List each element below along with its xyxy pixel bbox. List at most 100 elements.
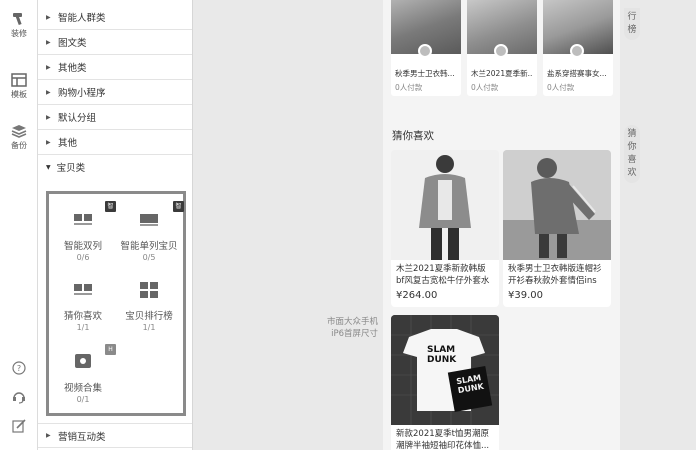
section-title-guess-you-like: 猜你喜欢 (392, 130, 434, 142)
smart-badge: 智 (105, 201, 116, 212)
product-title: 秋季男士卫衣韩... (395, 69, 455, 78)
tshirt-print-text: SLAM DUNK (427, 345, 456, 365)
single-column-icon (140, 212, 158, 232)
product-image (391, 0, 461, 58)
category-label: 智能人群类 (58, 13, 106, 24)
mobile-preview: 秋季男士卫衣韩... 0人付款 木兰2021夏季新... 0人付款 盐系穿搭赛事… (383, 0, 620, 450)
rank-badge (570, 44, 584, 58)
tab-char: 行 (627, 12, 637, 22)
widget-label: 视频合集 (63, 383, 102, 394)
category-other-type[interactable]: ▶ 其他类 (38, 55, 192, 80)
widget-label: 智能双列 (63, 241, 102, 252)
category-products-open[interactable]: ▼ 宝贝类 (38, 155, 192, 179)
product-widgets-group: 智能双列 0/6 智 智能单列宝贝 0/5 智 猜你喜欢 1/1 宝贝排行榜 1… (46, 191, 186, 416)
product-card[interactable]: 秋季男士卫衣韩... 0人付款 (391, 0, 461, 96)
rail-item-decorate[interactable]: 装修 (0, 12, 38, 39)
edit-icon (12, 419, 26, 433)
category-label: 其他 (58, 138, 78, 149)
caret-right-icon: ▶ (46, 138, 51, 146)
video-icon (75, 354, 91, 374)
caret-right-icon: ▶ (46, 63, 51, 71)
category-marketing[interactable]: ▶ 营销互动类 (38, 423, 192, 448)
hammer-icon (13, 13, 22, 26)
smart-badge: 智 (173, 201, 184, 212)
tab-ranking[interactable]: 行 榜 (624, 8, 640, 40)
widget-count: 0/1 (76, 395, 90, 404)
widget-video-collection[interactable]: 视频合集 0/1 (53, 354, 113, 404)
screen-size-note-line1: 市面大众手机 (326, 317, 378, 327)
caret-right-icon: ▶ (46, 113, 51, 121)
preview-section-tabs: 行 榜 猜 你 喜 欢 (622, 0, 642, 450)
component-category-panel: ▶ 智能人群类 ▶ 图文类 ▶ 其他类 ▶ 购物小程序 ▶ 默认分组 ▶ 其他 ▼ 宝贝类 智… (38, 0, 193, 450)
hoodie-photo (503, 150, 611, 260)
backup-icon (11, 125, 27, 138)
category-smart-crowd[interactable]: ▶ 智能人群类 (38, 5, 192, 30)
help-button[interactable]: ? (0, 360, 38, 379)
widget-count: 1/1 (76, 323, 90, 332)
category-other[interactable]: ▶ 其他 (38, 130, 192, 155)
product-title: 盐系穿搭赛事女... (547, 69, 607, 78)
product-card[interactable]: 木兰2021夏季新... 0人付款 (467, 0, 537, 96)
product-image (391, 150, 499, 260)
screen-size-note-line2: iP6首屏尺寸 (331, 329, 378, 339)
product-price: ¥39.00 (508, 290, 543, 301)
tab-guess-you-like[interactable]: 猜 你 喜 欢 (624, 125, 640, 183)
product-card[interactable]: SLAM DUNK SLAM DUNK 新款2021夏季t恤男潮原潮牌半袖短袖印… (391, 315, 499, 450)
template-icon (11, 73, 27, 87)
widget-count: 0/5 (142, 253, 156, 262)
tshirt-photo (391, 315, 499, 425)
product-image (467, 0, 537, 58)
product-title: 秋季男士卫衣韩版连帽衫开衫春秋款外套情侣ins男... (508, 264, 602, 286)
widget-label: 猜你喜欢 (63, 311, 102, 322)
screen-size-note: 市面大众手机 iP6首屏尺寸 (312, 316, 378, 340)
category-mini-program[interactable]: ▶ 购物小程序 (38, 80, 192, 105)
widget-label: 宝贝排行榜 (125, 311, 173, 322)
caret-right-icon: ▶ (46, 432, 51, 439)
widget-guess-you-like[interactable]: 猜你喜欢 1/1 (53, 282, 113, 332)
product-sold: 0人付款 (547, 83, 575, 92)
rail-item-template[interactable]: 模板 (0, 73, 38, 100)
tab-char: 你 (627, 142, 637, 152)
widget-count: 1/1 (142, 323, 156, 332)
category-label: 宝贝类 (56, 163, 86, 174)
category-default-group[interactable]: ▶ 默认分组 (38, 105, 192, 130)
widget-smart-double[interactable]: 智能双列 0/6 (53, 212, 113, 262)
svg-text:?: ? (17, 364, 21, 373)
product-image (503, 150, 611, 260)
product-card[interactable]: 盐系穿搭赛事女... 0人付款 (543, 0, 613, 96)
left-icon-rail: 装修 模板 备份 ? (0, 0, 38, 450)
tab-char: 榜 (627, 25, 637, 35)
rail-label-template: 模板 (11, 90, 27, 99)
rail-label-backup: 备份 (11, 141, 27, 150)
category-label: 其他类 (58, 63, 87, 74)
caret-right-icon: ▶ (46, 38, 51, 46)
tab-char: 欢 (627, 168, 637, 178)
support-icon (13, 392, 25, 404)
jacket-photo (391, 150, 499, 260)
product-price: ¥264.00 (396, 290, 438, 301)
product-card[interactable]: 木兰2021夏季新款韩版bf风复古宽松牛仔外套水洗... ¥264.00 (391, 150, 499, 307)
widget-smart-single[interactable]: 智能单列宝贝 0/5 (119, 212, 179, 262)
category-label: 图文类 (58, 38, 87, 49)
product-sold: 0人付款 (471, 83, 499, 92)
product-title: 木兰2021夏季新... (471, 69, 533, 78)
caret-right-icon: ▶ (46, 88, 51, 96)
widget-label: 智能单列宝贝 (120, 241, 178, 252)
grid-icon (140, 282, 158, 302)
caret-right-icon: ▶ (46, 13, 51, 21)
product-sold: 0人付款 (395, 83, 423, 92)
help-icon: ? (12, 361, 26, 375)
product-image (543, 0, 613, 58)
category-label: 营销互动类 (58, 431, 106, 443)
rank-badge (418, 44, 432, 58)
widget-product-ranking[interactable]: 宝贝排行榜 1/1 (119, 282, 179, 332)
product-card[interactable]: 秋季男士卫衣韩版连帽衫开衫春秋款外套情侣ins男... ¥39.00 (503, 150, 611, 307)
category-image-text[interactable]: ▶ 图文类 (38, 30, 192, 55)
product-title: 新款2021夏季t恤男潮原潮牌半袖短袖印花体恤... (396, 429, 490, 450)
category-label: 默认分组 (58, 113, 97, 124)
support-button[interactable] (0, 389, 38, 408)
edit-button[interactable] (0, 418, 38, 437)
print-line: DUNK (427, 355, 457, 365)
rail-item-backup[interactable]: 备份 (0, 124, 38, 151)
guess-like-icon (74, 282, 92, 302)
